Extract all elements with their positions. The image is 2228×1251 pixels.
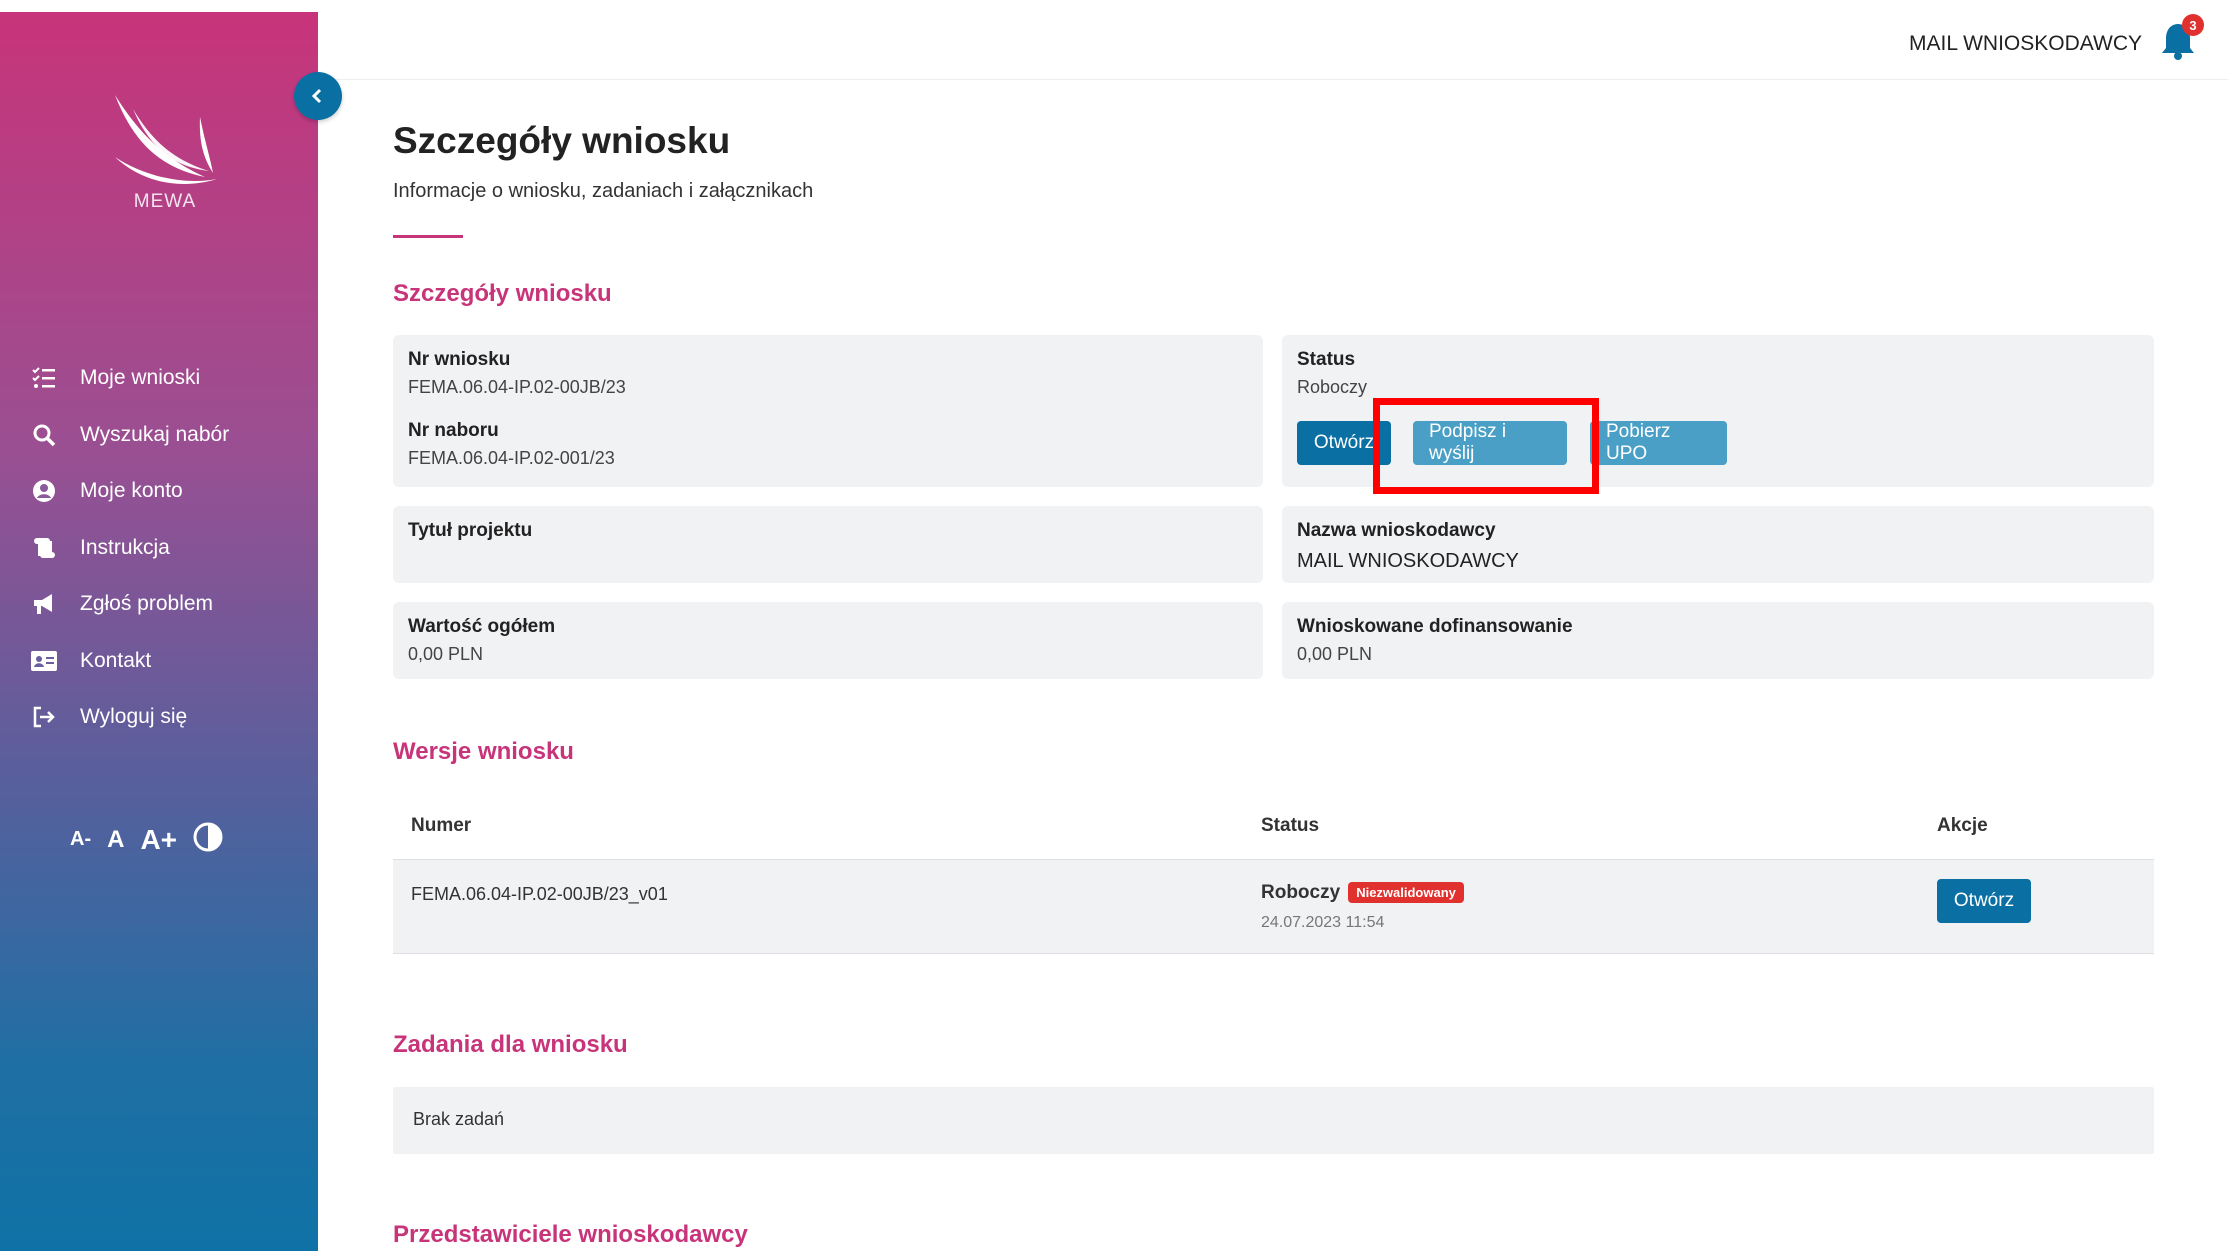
sidebar-item-label: Kontakt bbox=[80, 648, 152, 672]
font-size-tools: A- A A+ bbox=[70, 822, 223, 857]
nr-naboru-value: FEMA.06.04-IP.02-001/23 bbox=[408, 448, 615, 468]
notifications-button[interactable]: 3 bbox=[2160, 14, 2204, 66]
top-bar: MAIL WNIOSKODAWCY 3 bbox=[318, 0, 2228, 80]
applicant-name-value: MAIL WNIOSKODAWCY bbox=[1297, 550, 1519, 572]
font-normal-button[interactable]: A bbox=[107, 826, 124, 854]
collapse-sidebar-button[interactable] bbox=[294, 72, 342, 120]
title-underline bbox=[393, 235, 463, 238]
main-content: Szczegóły wniosku Informacje o wniosku, … bbox=[393, 120, 2155, 238]
page-title: Szczegóły wniosku bbox=[393, 120, 731, 161]
version-status-text: Roboczy bbox=[1261, 882, 1341, 903]
font-bigger-button[interactable]: A+ bbox=[140, 824, 177, 856]
sidebar-item-instrukcja[interactable]: Instrukcja bbox=[30, 520, 300, 577]
megaphone-icon bbox=[30, 590, 58, 618]
page-subtitle: Informacje o wniosku, zadaniach i załącz… bbox=[393, 180, 814, 202]
sidebar-item-label: Moje konto bbox=[80, 479, 183, 503]
project-title-card: Tytuł projektu bbox=[393, 506, 1263, 583]
project-title-label: Tytuł projektu bbox=[408, 520, 533, 541]
logout-icon bbox=[30, 703, 58, 731]
sidebar-item-label: Wyloguj się bbox=[80, 705, 188, 729]
contrast-icon[interactable] bbox=[193, 822, 223, 857]
sidebar-item-wyszukaj-nabor[interactable]: Wyszukaj nabór bbox=[30, 407, 300, 464]
requested-funding-amount: 0,00 PLN bbox=[1297, 644, 1373, 664]
total-value-amount: 0,00 PLN bbox=[408, 644, 484, 664]
nr-wniosku-label: Nr wniosku bbox=[408, 349, 511, 370]
user-name[interactable]: MAIL WNIOSKODAWCY bbox=[1909, 32, 2142, 56]
scroll-icon bbox=[30, 534, 58, 562]
sidebar-item-wyloguj[interactable]: Wyloguj się bbox=[30, 689, 300, 746]
mewa-logo[interactable]: MEWA bbox=[90, 87, 240, 227]
column-header-status: Status bbox=[1261, 815, 1320, 836]
tasks-empty-card: Brak zadań bbox=[393, 1087, 2154, 1154]
nr-wniosku-value: FEMA.06.04-IP.02-00JB/23 bbox=[408, 377, 626, 397]
column-header-akcje: Akcje bbox=[1937, 815, 1988, 836]
total-value-label: Wartość ogółem bbox=[408, 616, 556, 637]
user-circle-icon bbox=[30, 477, 58, 505]
version-open-button[interactable]: Otwórz bbox=[1937, 879, 2031, 923]
version-status: Roboczy Niezwalidowany bbox=[1261, 882, 1464, 904]
sidebar-item-label: Wyszukaj nabór bbox=[80, 422, 230, 446]
section-title-details: Szczegóły wniosku bbox=[393, 280, 612, 307]
column-header-numer: Numer bbox=[411, 815, 472, 836]
font-smaller-button[interactable]: A- bbox=[70, 828, 91, 851]
highlight-frame bbox=[1373, 398, 1599, 494]
requested-funding-label: Wnioskowane dofinansowanie bbox=[1297, 616, 1573, 637]
search-icon bbox=[30, 421, 58, 449]
table-row: FEMA.06.04-IP.02-00JB/23_v01 Roboczy Niez… bbox=[393, 859, 2154, 954]
sidebar-item-moje-wnioski[interactable]: Moje wnioski bbox=[30, 350, 300, 407]
section-title-versions: Wersje wniosku bbox=[393, 738, 574, 765]
section-title-tasks: Zadania dla wniosku bbox=[393, 1031, 628, 1058]
sidebar-item-label: Zgłoś problem bbox=[80, 592, 214, 616]
sidebar-nav: Moje wnioski Wyszukaj nabór Moje konto I… bbox=[30, 350, 300, 746]
list-check-icon bbox=[30, 364, 58, 392]
download-upo-button[interactable]: Pobierz UPO bbox=[1590, 421, 1727, 465]
sidebar-item-moje-konto[interactable]: Moje konto bbox=[30, 463, 300, 520]
total-value-card: Wartość ogółem 0,00 PLN bbox=[393, 602, 1263, 679]
not-validated-badge: Niezwalidowany bbox=[1348, 882, 1464, 904]
applicant-name-label: Nazwa wnioskodawcy bbox=[1297, 520, 1496, 541]
applicant-name-card: Nazwa wnioskodawcy MAIL WNIOSKODAWCY bbox=[1282, 506, 2154, 583]
wings-icon bbox=[115, 95, 217, 184]
sidebar: MEWA Moje wnioski Wyszukaj nabór Moje ko… bbox=[0, 12, 318, 1251]
section-title-representatives: Przedstawiciele wnioskodawcy bbox=[393, 1221, 748, 1248]
version-number: FEMA.06.04-IP.02-00JB/23_v01 bbox=[411, 884, 668, 904]
application-numbers-card: Nr wniosku FEMA.06.04-IP.02-00JB/23 Nr n… bbox=[393, 335, 1263, 487]
sidebar-item-kontakt[interactable]: Kontakt bbox=[30, 633, 300, 690]
nr-naboru-label: Nr naboru bbox=[408, 420, 499, 441]
version-date: 24.07.2023 11:54 bbox=[1261, 914, 1385, 931]
chevron-left-icon bbox=[311, 88, 322, 104]
notification-count-badge: 3 bbox=[2182, 14, 2204, 36]
tasks-empty-text: Brak zadań bbox=[413, 1109, 505, 1129]
requested-funding-card: Wnioskowane dofinansowanie 0,00 PLN bbox=[1282, 602, 2154, 679]
sidebar-item-label: Moje wnioski bbox=[80, 366, 201, 390]
sidebar-item-zglos-problem[interactable]: Zgłoś problem bbox=[30, 576, 300, 633]
sidebar-item-label: Instrukcja bbox=[80, 535, 170, 559]
logo-text: MEWA bbox=[133, 191, 197, 212]
status-value: Roboczy bbox=[1297, 377, 1368, 397]
contact-card-icon bbox=[30, 647, 58, 675]
status-label: Status bbox=[1297, 349, 1356, 370]
